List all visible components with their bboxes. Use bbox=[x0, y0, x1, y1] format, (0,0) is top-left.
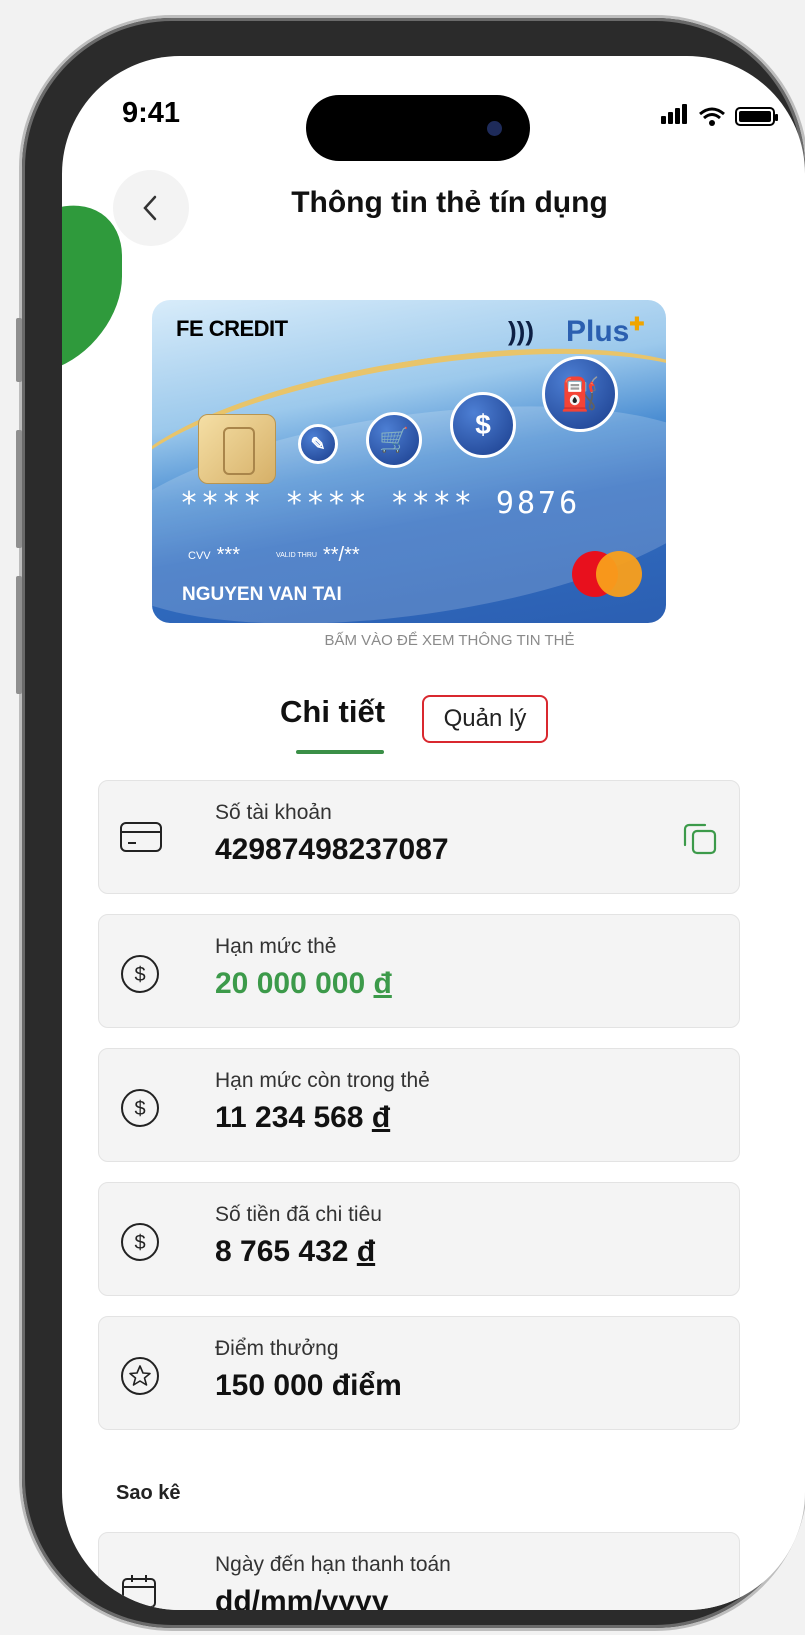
active-tab-indicator bbox=[296, 750, 384, 754]
svg-text:$: $ bbox=[134, 964, 145, 986]
account-number-row: Số tài khoản 42987498237087 bbox=[98, 780, 740, 894]
credit-limit-row: $ Hạn mức thẻ 20 000 000 đ bbox=[98, 914, 740, 1028]
card-security: CVV *** VALID THRU **/** bbox=[188, 544, 360, 567]
status-icons bbox=[661, 104, 778, 129]
statement-section-title: Sao kê bbox=[116, 1482, 181, 1504]
page-title: Thông tin thẻ tín dụng bbox=[291, 186, 608, 219]
mute-switch bbox=[16, 318, 22, 382]
spent-amount-row: $ Số tiền đã chi tiêu 8 765 432 đ bbox=[98, 1182, 740, 1296]
wifi-icon bbox=[699, 107, 725, 126]
cvv-label: CVV bbox=[188, 549, 211, 562]
cart-icon: 🛒 bbox=[366, 412, 422, 468]
plus-logo: Plus✚ bbox=[566, 314, 645, 348]
phone-frame: 9:41 Thông tin thẻ tín dụng FE CREDIT ))… bbox=[16, 18, 805, 1628]
tab-manage[interactable]: Quản lý bbox=[422, 695, 548, 743]
chip-icon bbox=[198, 414, 276, 484]
ticket-icon: ✎ bbox=[298, 424, 338, 464]
card-hint: BẤM VÀO ĐỂ XEM THÔNG TIN THẺ bbox=[324, 632, 575, 649]
tab-details[interactable]: Chi tiết bbox=[280, 694, 385, 730]
volume-up-button bbox=[16, 430, 22, 548]
spent-amount-label: Số tiền đã chi tiêu bbox=[215, 1203, 382, 1226]
cvv-value: *** bbox=[216, 544, 240, 566]
due-date-row: Ngày đến hạn thanh toán dd/mm/yyyy bbox=[98, 1532, 740, 1610]
account-number-label: Số tài khoản bbox=[215, 801, 332, 824]
phone-payment-icon: $ bbox=[450, 392, 516, 458]
contactless-icon: ))) bbox=[508, 316, 534, 346]
credit-limit-value: 20 000 000 đ bbox=[215, 967, 392, 1000]
star-circle-icon bbox=[121, 1357, 159, 1395]
reward-points-label: Điểm thưởng bbox=[215, 1337, 339, 1360]
reward-points-value: 150 000 điểm bbox=[215, 1369, 402, 1402]
volume-down-button bbox=[16, 576, 22, 694]
valid-thru-value: **/** bbox=[322, 544, 360, 566]
reward-points-row: Điểm thưởng 150 000 điểm bbox=[98, 1316, 740, 1430]
due-date-value: dd/mm/yyyy bbox=[215, 1585, 389, 1610]
fuel-icon: ⛽ bbox=[542, 356, 618, 432]
card-number: **** **** **** 9876 bbox=[180, 486, 581, 521]
dynamic-island bbox=[306, 95, 530, 161]
dollar-circle-icon: $ bbox=[121, 955, 159, 993]
credit-card-icon bbox=[120, 822, 162, 852]
mastercard-logo bbox=[572, 551, 642, 597]
fe-credit-logo: FE CREDIT bbox=[176, 316, 288, 341]
copy-icon[interactable] bbox=[681, 819, 719, 857]
dollar-circle-icon: $ bbox=[121, 1089, 159, 1127]
available-limit-label: Hạn mức còn trong thẻ bbox=[215, 1069, 430, 1092]
account-number-value: 42987498237087 bbox=[215, 833, 449, 866]
signal-icon bbox=[661, 104, 689, 129]
due-date-label: Ngày đến hạn thanh toán bbox=[215, 1553, 451, 1576]
available-limit-row: $ Hạn mức còn trong thẻ 11 234 568 đ bbox=[98, 1048, 740, 1162]
status-time: 9:41 bbox=[122, 97, 181, 129]
screen: 9:41 Thông tin thẻ tín dụng FE CREDIT ))… bbox=[62, 56, 805, 1610]
camera-icon bbox=[487, 121, 502, 136]
spent-amount-value: 8 765 432 đ bbox=[215, 1235, 376, 1268]
credit-card[interactable]: FE CREDIT ))) Plus✚ ✎ 🛒 $ ⛽ **** **** **… bbox=[152, 300, 666, 623]
battery-icon bbox=[735, 107, 778, 126]
card-holder-name: NGUYEN VAN TAI bbox=[182, 584, 342, 605]
valid-thru-label: VALID THRU bbox=[275, 551, 317, 559]
calendar-icon bbox=[122, 1575, 156, 1608]
svg-text:$: $ bbox=[134, 1098, 145, 1120]
credit-limit-label: Hạn mức thẻ bbox=[215, 935, 337, 958]
dollar-circle-icon: $ bbox=[121, 1223, 159, 1261]
svg-text:$: $ bbox=[134, 1232, 145, 1254]
available-limit-value: 11 234 568 đ bbox=[215, 1101, 391, 1134]
